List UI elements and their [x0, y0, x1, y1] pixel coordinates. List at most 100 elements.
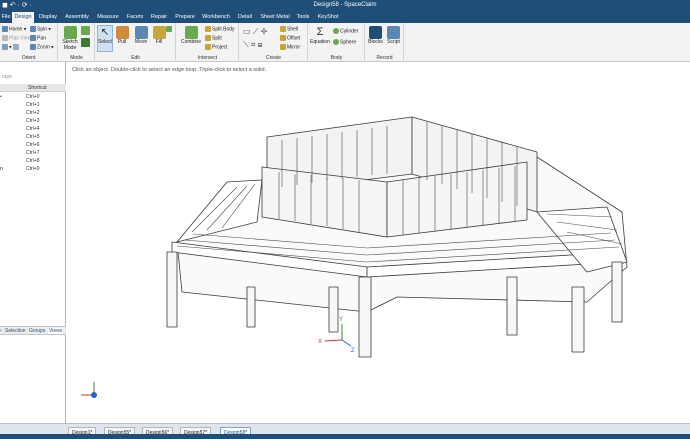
view-cube-button[interactable]: ▾: [2, 44, 20, 50]
move-button[interactable]: Move: [132, 26, 150, 45]
tab-repair[interactable]: Repair: [148, 12, 170, 23]
group-orient: Home ▾ Plan View ▾ Spin ▾ Pan Zoom ▾ Ori…: [0, 23, 58, 62]
tab-assembly[interactable]: Assembly: [62, 12, 92, 23]
home-button[interactable]: Home ▾: [2, 26, 26, 32]
record-group-label: Record: [376, 55, 393, 61]
shortcut-row[interactable]: Ctrl+4: [26, 126, 39, 132]
script-button[interactable]: Script: [385, 26, 402, 45]
edit-extra-button[interactable]: [166, 26, 173, 32]
panel-tabs: › Selection Groups Views: [0, 326, 66, 335]
plan-view-icon: [2, 35, 8, 41]
shortcut-row[interactable]: Ctrl+0: [26, 94, 39, 100]
tab-views[interactable]: Views: [48, 328, 64, 334]
equation-button[interactable]: Σ Equation: [310, 26, 330, 45]
group-mode: Sketch Mode Mode: [59, 23, 95, 62]
shell-icon: [280, 26, 286, 32]
blocks-button[interactable]: Blocks: [367, 26, 384, 45]
intersect-group-label: Intersect: [197, 55, 218, 61]
3d-viewport[interactable]: Click an object. Double-click to select …: [67, 62, 690, 423]
tab-sheet-metal[interactable]: Sheet Metal: [258, 12, 292, 23]
view-cube-icon: [2, 44, 8, 50]
axis-z-label: Z: [351, 348, 355, 354]
zoom-button[interactable]: Zoom ▾: [30, 44, 54, 50]
shortcut-row[interactable]: Ctrl+9: [26, 166, 39, 172]
shortcut-row[interactable]: Ctrl+8: [26, 158, 39, 164]
spin-icon: [30, 26, 36, 32]
orient-group-label: Orient: [21, 55, 36, 61]
orientation-triad: [81, 382, 97, 398]
shortcut-row[interactable]: Ctrl+2: [26, 110, 39, 116]
sketch-mode-icon: [63, 26, 77, 39]
shortcut-row[interactable]: Ctrl+3: [26, 118, 39, 124]
ribbon: Home ▾ Plan View ▾ Spin ▾ Pan Zoom ▾ Ori…: [0, 23, 690, 62]
axis-x-label: X: [318, 339, 322, 345]
sigma-icon: Σ: [316, 26, 324, 38]
select-button[interactable]: ↖ Select: [97, 25, 113, 52]
plan-view-button[interactable]: Plan View: [2, 35, 31, 41]
group-edit: ↖ Select Pull Move Fill Edit: [96, 23, 176, 62]
tab-tools[interactable]: Tools: [294, 12, 312, 23]
edit-group-label: Edit: [131, 55, 140, 61]
project-button[interactable]: Project: [205, 44, 228, 50]
tab-prepare[interactable]: Prepare: [172, 12, 198, 23]
tab-detail[interactable]: Detail: [234, 12, 256, 23]
combine-icon: [184, 26, 198, 39]
tab-display[interactable]: Display: [36, 12, 60, 23]
body-group-label: Body: [330, 55, 343, 61]
shell-button[interactable]: Shell: [280, 26, 298, 32]
pull-button[interactable]: Pull: [115, 26, 129, 45]
window-title: Design58 - SpaceClaim: [313, 2, 377, 8]
group-create: ▭ ⟋ ✢ ⟍ ⌗ ⊞ Shell Offset Mirror Create: [240, 23, 308, 62]
panel-tab-arrow[interactable]: ›: [0, 328, 2, 334]
blocks-icon: [369, 26, 382, 39]
shortcut-row[interactable]: Ctrl+7: [26, 150, 39, 156]
left-panel: rape Shortcut • Ctrl+0 Ctrl+1 Ctrl+2 Ctr…: [0, 62, 66, 423]
sketch-shapes-2[interactable]: ⟍ ⌗ ⊞: [243, 40, 263, 50]
shortcut-row[interactable]: Ctrl+6: [26, 142, 39, 148]
sketch-mode-button[interactable]: Sketch Mode: [61, 26, 79, 51]
tab-selection[interactable]: Selection: [5, 328, 26, 334]
split-body-button[interactable]: Split Body: [205, 26, 235, 32]
status-bar: [0, 434, 690, 439]
create-group-label: Create: [265, 55, 281, 61]
fill-button[interactable]: Fill: [152, 26, 166, 45]
split-button[interactable]: Split: [205, 35, 222, 41]
offset-button[interactable]: Offset: [280, 35, 300, 41]
mirror-icon: [280, 44, 286, 50]
tab-design[interactable]: Design: [12, 12, 34, 23]
tab-facets[interactable]: Facets: [124, 12, 146, 23]
fill-icon: [152, 26, 166, 39]
shortcut-row[interactable]: Ctrl+1: [26, 102, 39, 108]
shortcut-row[interactable]: Ctrl+5: [26, 134, 39, 140]
3d-mode-button[interactable]: [81, 38, 91, 47]
perspective-icon: [12, 44, 19, 50]
split-body-icon: [205, 26, 211, 32]
script-icon: [387, 26, 400, 39]
group-intersect: Combine Split Body Split Project Interse…: [177, 23, 239, 62]
pan-button[interactable]: Pan: [30, 35, 46, 41]
tab-measure[interactable]: Measure: [94, 12, 122, 23]
bench-model[interactable]: Y X Z: [67, 62, 690, 423]
tab-groups[interactable]: Groups: [29, 328, 45, 334]
section-mode-button[interactable]: [81, 26, 91, 35]
pull-icon: [115, 26, 129, 39]
axis-y-label: Y: [339, 317, 343, 323]
tab-keyshot[interactable]: KeyShot: [314, 12, 342, 23]
combine-button[interactable]: Combine: [180, 26, 202, 45]
home-icon: [2, 26, 8, 32]
list-item-marker: •: [0, 94, 2, 100]
cylinder-button[interactable]: Cylinder: [333, 28, 358, 34]
sketch-shapes[interactable]: ▭ ⟋ ✢: [243, 27, 267, 37]
tab-workbench[interactable]: Workbench: [200, 12, 232, 23]
cylinder-icon: [333, 28, 339, 34]
mirror-button[interactable]: Mirror: [280, 44, 300, 50]
group-body: Σ Equation Cylinder Sphere Body: [309, 23, 365, 62]
spin-button[interactable]: Spin ▾: [30, 26, 51, 32]
tab-file[interactable]: File: [0, 12, 12, 23]
project-icon: [205, 44, 211, 50]
sphere-button[interactable]: Sphere: [333, 39, 356, 45]
section-mode-icon: [81, 26, 90, 35]
group-record: Blocks Script Record: [366, 23, 404, 62]
cursor-icon: ↖: [100, 27, 110, 38]
pan-icon: [30, 35, 36, 41]
